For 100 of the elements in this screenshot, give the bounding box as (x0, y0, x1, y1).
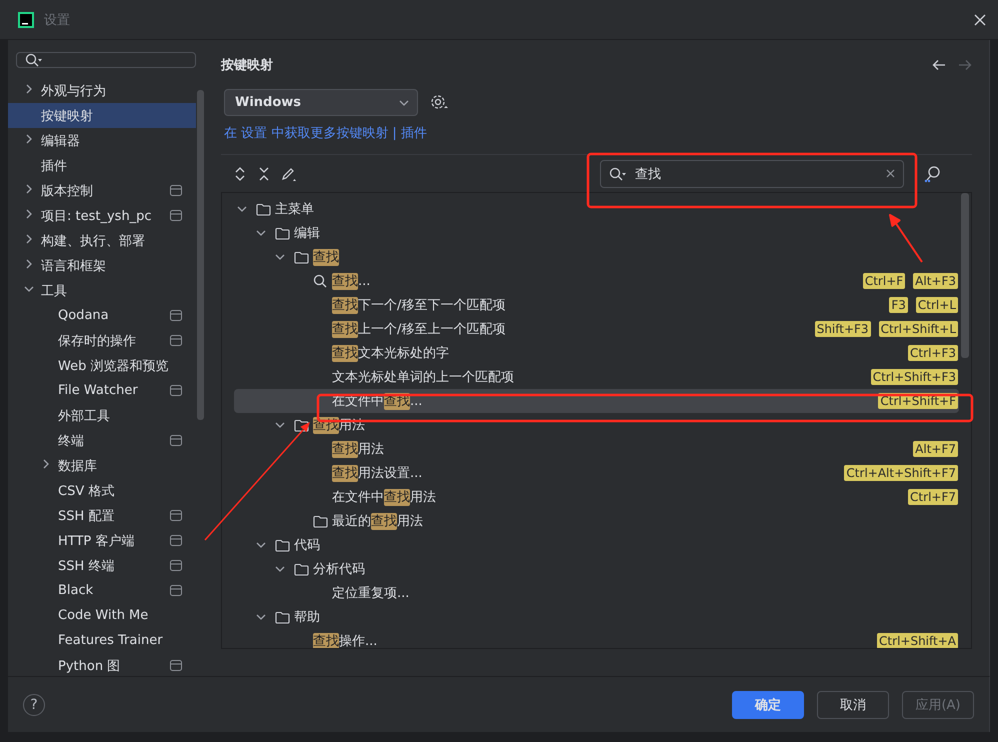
settings-nav-item[interactable]: Black (8, 578, 196, 603)
chevron-right-icon[interactable] (24, 209, 34, 219)
nav-item-label: 按键映射 (41, 108, 94, 124)
tree-row[interactable]: 查找... Ctrl+F Alt+F3 (234, 269, 959, 293)
folder-icon (294, 562, 309, 576)
settings-nav-item[interactable]: File Watcher (8, 378, 196, 403)
chevron-right-icon[interactable] (24, 184, 34, 194)
dialog-button[interactable]: 取消 (817, 690, 889, 718)
action-label: 帮助 (294, 609, 321, 626)
settings-nav-item[interactable]: Web 浏览器和预览 (8, 353, 196, 378)
tree-row[interactable]: 分析代码 (234, 557, 959, 581)
chevron-down-icon[interactable] (256, 540, 266, 550)
action-label: 查找用法 (332, 440, 385, 458)
settings-nav-item[interactable]: HTTP 客户端 (8, 528, 196, 553)
tree-row[interactable]: 查找 (234, 245, 959, 269)
settings-nav-item[interactable]: 插件 (8, 153, 196, 178)
back-arrow-icon[interactable] (932, 59, 946, 71)
tree-row[interactable]: 代码 (234, 533, 959, 557)
settings-nav-item[interactable]: 工具 (8, 278, 196, 303)
folder-icon (275, 610, 290, 624)
tree-row[interactable]: 查找用法 Alt+F7 (234, 437, 959, 461)
settings-link[interactable]: 设置 (241, 126, 268, 141)
settings-nav-item[interactable]: 保存时的操作 (8, 328, 196, 353)
project-scope-icon (170, 185, 182, 196)
shortcut-badge: Ctrl+F7 (908, 489, 958, 505)
chevron-down-icon[interactable] (256, 228, 266, 238)
settings-nav-item[interactable]: 项目: test_ysh_pc (8, 203, 196, 228)
gear-icon[interactable] (430, 94, 448, 112)
help-button[interactable]: ? (23, 694, 45, 716)
settings-nav-item[interactable]: 按键映射 (8, 103, 196, 128)
settings-nav-item[interactable]: SSH 配置 (8, 503, 196, 528)
settings-nav-item[interactable]: Features Trainer (8, 628, 196, 653)
keymap-hint-text: 在 设置 中获取更多按键映射 | 插件 (223, 125, 428, 142)
tree-row[interactable]: 查找下一个/移至下一个匹配项 F3 Ctrl+L (234, 293, 959, 317)
settings-nav-item[interactable]: Qodana (8, 303, 196, 328)
nav-item-label: 构建、执行、部署 (41, 232, 146, 250)
search-icon (25, 53, 43, 67)
settings-nav-item[interactable]: SSH 终端 (8, 553, 196, 578)
scrollbar[interactable] (961, 193, 969, 358)
chevron-right-icon[interactable] (41, 459, 51, 469)
settings-nav-item[interactable]: 语言和框架 (8, 253, 196, 278)
settings-nav-item[interactable]: 终端 (8, 428, 196, 453)
chevron-right-icon[interactable] (24, 134, 34, 144)
tree-row[interactable]: 文本光标处单词的上一个匹配项 Ctrl+Shift+F3 (234, 365, 959, 389)
action-label: 在文件中查找用法 (332, 488, 437, 506)
expand-all-icon[interactable] (233, 166, 247, 182)
nav-item-label: File Watcher (58, 383, 139, 398)
keymap-search-field[interactable]: 查找 (600, 160, 904, 188)
nav-item-label: Web 浏览器和预览 (58, 358, 170, 374)
chevron-right-icon[interactable] (24, 259, 34, 269)
action-label: 最近的查找用法 (332, 512, 424, 530)
chevron-down-icon[interactable] (399, 98, 409, 108)
settings-nav-item[interactable]: 构建、执行、部署 (8, 228, 196, 253)
tree-row[interactable]: 查找用法设置... Ctrl+Alt+Shift+F7 (234, 461, 959, 485)
chevron-right-icon[interactable] (24, 84, 34, 94)
action-label: 查找上一个/移至上一个匹配项 (332, 320, 506, 338)
tree-row[interactable]: 帮助 (234, 605, 959, 629)
shortcut-badge: Ctrl+Shift+L (878, 321, 958, 337)
action-label: 查找 (313, 248, 340, 266)
tree-row[interactable]: 查找文本光标处的字 Ctrl+F3 (234, 341, 959, 365)
scrollbar[interactable] (197, 90, 204, 420)
chevron-down-icon[interactable] (275, 252, 285, 262)
chevron-down-icon[interactable] (256, 612, 266, 622)
settings-nav-item[interactable]: Python 图 (8, 653, 196, 678)
plugins-link[interactable]: 插件 (400, 126, 427, 141)
clear-icon[interactable] (886, 169, 895, 178)
folder-icon (275, 538, 290, 552)
settings-nav-item[interactable]: 版本控制 (8, 178, 196, 203)
settings-nav-item[interactable]: CSV 格式 (8, 478, 196, 503)
page-title: 按键映射 (221, 57, 273, 74)
chevron-right-icon[interactable] (24, 234, 34, 244)
collapse-all-icon[interactable] (257, 166, 271, 182)
chevron-down-icon[interactable] (275, 564, 285, 574)
tree-row[interactable]: 最近的查找用法 (234, 509, 959, 533)
nav-item-label: 数据库 (58, 458, 98, 474)
tree-row[interactable]: 编辑 (234, 221, 959, 245)
chevron-down-icon[interactable] (237, 204, 247, 214)
settings-search-field[interactable] (16, 52, 196, 68)
settings-nav-item[interactable]: 编辑器 (8, 128, 196, 153)
close-icon[interactable] (974, 14, 986, 26)
settings-nav-item[interactable]: 外观与行为 (8, 78, 196, 103)
action-label: 主菜单 (275, 201, 315, 218)
tree-row[interactable]: 查找操作... Ctrl+Shift+A (234, 629, 959, 648)
action-label: 定位重复项... (332, 585, 410, 602)
tree-row[interactable]: 在文件中查找用法 Ctrl+F7 (234, 485, 959, 509)
tree-row[interactable]: 查找上一个/移至上一个匹配项 Shift+F3 Ctrl+Shift+L (234, 317, 959, 341)
project-scope-icon (170, 660, 182, 671)
settings-nav-item[interactable]: Code With Me (8, 603, 196, 628)
find-by-shortcut-icon[interactable] (924, 164, 942, 182)
nav-item-label: 编辑器 (41, 132, 81, 150)
keymap-dropdown[interactable]: Windows (224, 89, 418, 116)
chevron-down-icon[interactable] (275, 420, 285, 430)
edit-pencil-icon[interactable] (281, 166, 297, 182)
project-scope-icon (170, 535, 182, 546)
settings-nav-item[interactable]: 数据库 (8, 453, 196, 478)
settings-nav-item[interactable]: 外部工具 (8, 403, 196, 428)
chevron-down-icon[interactable] (24, 284, 34, 294)
nav-item-label: 项目: test_ysh_pc (41, 208, 153, 224)
tree-row[interactable]: 主菜单 (234, 197, 959, 221)
tree-row[interactable]: 定位重复项... (234, 581, 959, 605)
